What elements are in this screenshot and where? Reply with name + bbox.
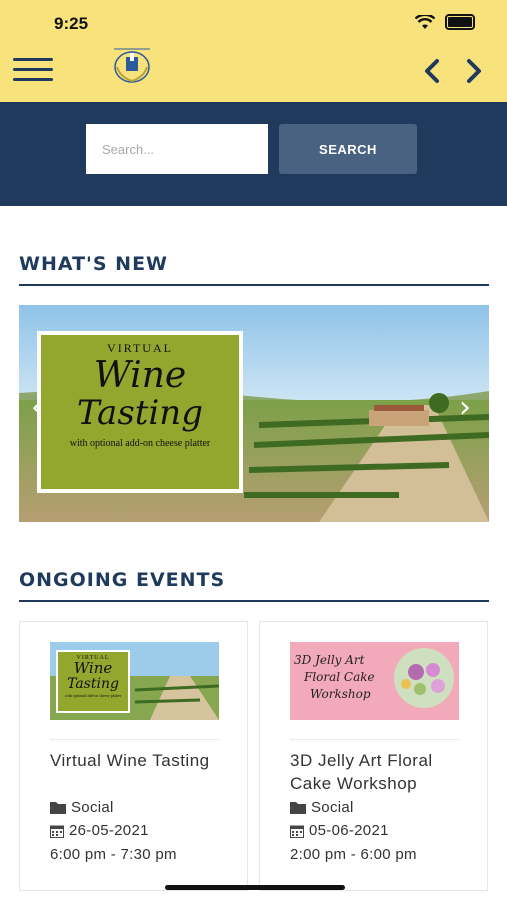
card-divider (50, 739, 219, 740)
event-time: 2:00 pm - 6:00 pm (290, 846, 417, 863)
event-date: 26-05-2021 (50, 822, 149, 839)
whats-new-divider (19, 284, 489, 286)
home-indicator[interactable] (165, 885, 345, 890)
event-category: Social (50, 799, 114, 816)
event-date: 05-06-2021 (290, 822, 389, 839)
event-time: 6:00 pm - 7:30 pm (50, 846, 177, 863)
calendar-icon (290, 825, 304, 838)
status-icons (415, 14, 475, 30)
club-logo (114, 48, 150, 83)
whats-new-heading: WHAT'S NEW (19, 253, 169, 275)
thumb-line3: Tasting (67, 676, 119, 692)
thumb-line4: with optional add-on cheese platter (64, 693, 122, 698)
event-time-label: 2:00 pm - 6:00 pm (290, 846, 417, 863)
promo-line3: Tasting (77, 393, 203, 433)
wifi-icon (415, 14, 435, 29)
ongoing-events-heading: ONGOING EVENTS (19, 569, 226, 591)
promo-line4: with optional add-on cheese platter (69, 438, 211, 449)
folder-icon (50, 802, 66, 814)
event-date-label: 05-06-2021 (309, 822, 389, 839)
event-category: Social (290, 799, 354, 816)
slider-next-icon[interactable]: › (459, 393, 471, 423)
thumb-line2: Floral Cake (304, 670, 375, 684)
search-input[interactable] (86, 124, 268, 174)
calendar-icon (50, 825, 64, 838)
event-title[interactable]: 3D Jelly Art Floral Cake Workshop (290, 749, 475, 795)
menu-button[interactable] (13, 58, 53, 82)
search-button[interactable]: SEARCH (279, 124, 417, 174)
top-bar: 9:25 (0, 0, 507, 102)
event-card[interactable]: VIRTUAL Wine Tasting with optional add-o… (19, 621, 248, 891)
event-date-label: 26-05-2021 (69, 822, 149, 839)
promo-line2: Wine (93, 355, 187, 396)
thumb-line3: Workshop (310, 687, 371, 701)
event-thumbnail: VIRTUAL Wine Tasting with optional add-o… (50, 642, 219, 720)
card-divider (290, 739, 459, 740)
back-arrow-icon[interactable] (420, 58, 444, 84)
event-category-label: Social (311, 799, 354, 816)
search-bar: SEARCH (0, 102, 507, 206)
event-category-label: Social (71, 799, 114, 816)
thumb-line1: 3D Jelly Art (294, 653, 365, 667)
status-time: 9:25 (54, 14, 89, 33)
promo-line1: VIRTUAL (107, 341, 173, 355)
event-title[interactable]: Virtual Wine Tasting (50, 749, 235, 772)
promo-card: VIRTUAL Wine Tasting with optional add-o… (37, 331, 243, 493)
thumb-line2: Wine (73, 659, 113, 677)
ongoing-events-divider (19, 600, 489, 602)
event-thumbnail: 3D Jelly Art Floral Cake Workshop (290, 642, 459, 720)
slider-prev-icon[interactable]: ‹ (31, 393, 43, 423)
event-card[interactable]: 3D Jelly Art Floral Cake Workshop 3D Jel… (259, 621, 488, 891)
featured-slider[interactable]: VIRTUAL Wine Tasting with optional add-o… (19, 305, 489, 522)
forward-arrow-icon[interactable] (462, 58, 486, 84)
battery-icon (445, 14, 475, 30)
folder-icon (290, 802, 306, 814)
event-time-label: 6:00 pm - 7:30 pm (50, 846, 177, 863)
